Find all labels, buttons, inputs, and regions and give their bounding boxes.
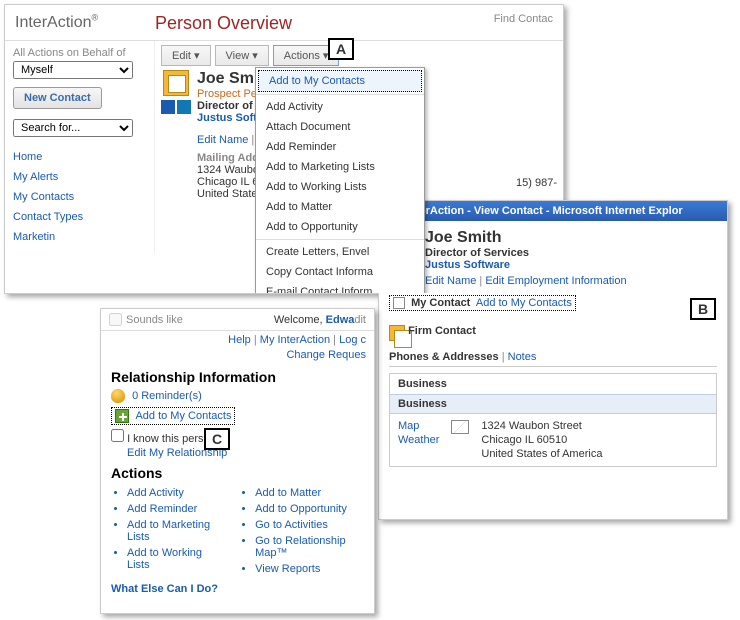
behalf-select[interactable]: Myself [13,61,133,79]
welcome-label: Welcome, [274,314,326,326]
dd-create-letters[interactable]: Create Letters, Envel [256,242,424,262]
brand-logo: InterAction® [15,14,98,31]
what-else-link[interactable]: What Else Can I Do? [111,583,218,595]
callout-b: B [690,298,716,320]
dd-add-activity[interactable]: Add Activity [256,97,424,117]
callout-a: A [328,38,354,60]
my-interaction-link[interactable]: My InterAction [260,334,330,346]
nav-my-contacts[interactable]: My Contacts [13,187,146,207]
know-person-label: I know this person [127,433,216,445]
c-add-to-my-contacts[interactable]: Add to My Contacts [135,410,231,422]
actions-col2: Add to Matter Add to Opportunity Go to A… [239,485,364,577]
b-addr3: United States of America [481,448,602,460]
b-add-to-my-contacts[interactable]: Add to My Contacts [476,297,572,309]
act-add-activity[interactable]: Add Activity [127,485,221,501]
nav-contact-types[interactable]: Contact Types [13,207,146,227]
dd-add-to-opportunity[interactable]: Add to Opportunity [256,217,424,237]
help-link[interactable]: Help [228,334,251,346]
nav-my-alerts[interactable]: My Alerts [13,167,146,187]
sounds-like-checkbox[interactable] [109,313,122,326]
actions-title: Actions [111,465,364,481]
welcome-trail: dit [354,314,366,326]
panel-view-contact: InterAction - View Contact - Microsoft I… [378,200,728,520]
b-edit-name[interactable]: Edit Name [425,275,476,287]
menu-view[interactable]: View ▾ [215,45,269,66]
plus-icon [115,409,129,423]
nav-home[interactable]: Home [13,147,146,167]
b-addr2: Chicago IL 60510 [481,434,602,446]
change-request-link[interactable]: Change Reques [286,349,366,361]
actions-dropdown: Add to My Contacts Add Activity Attach D… [255,67,425,294]
new-contact-button[interactable]: New Contact [13,87,102,109]
b-edit-employment[interactable]: Edit Employment Information [485,275,626,287]
person-icon [393,297,405,309]
map-link[interactable]: Map [398,420,439,432]
weather-link[interactable]: Weather [398,434,439,446]
act-view-reports[interactable]: View Reports [255,561,364,577]
arrow-icon [161,100,175,114]
welcome-user[interactable]: Edwa [326,314,355,326]
tab-phones-addresses[interactable]: Phones & Addresses [389,351,499,363]
dd-email-contact[interactable]: E-mail Contact Inform [256,282,424,294]
contact-card-icon [163,70,189,96]
dd-copy-contact[interactable]: Copy Contact Informa [256,262,424,282]
b-addr1: 1324 Waubon Street [481,420,602,432]
sounds-like-label: Sounds like [126,314,183,326]
page-title: Person Overview [155,13,292,34]
nav-marketing[interactable]: Marketin [13,227,146,247]
dd-add-reminder[interactable]: Add Reminder [256,137,424,157]
contact-company-link[interactable]: Justus Software [425,259,627,271]
act-add-working-lists[interactable]: Add to Working Lists [127,545,221,573]
dd-add-to-my-contacts[interactable]: Add to My Contacts [258,70,422,92]
act-add-opportunity[interactable]: Add to Opportunity [255,501,364,517]
edit-name-link[interactable]: Edit Name [197,134,248,146]
linkedin-icon[interactable] [177,100,191,114]
act-go-activities[interactable]: Go to Activities [255,517,364,533]
dd-attach-document[interactable]: Attach Document [256,117,424,137]
envelope-icon [451,420,469,434]
panel-relationship: Sounds like Welcome, Edwadit Help | My I… [100,308,375,614]
firm-icon [389,325,405,341]
know-person-checkbox[interactable] [111,429,124,442]
actions-col1: Add Activity Add Reminder Add to Marketi… [111,485,221,577]
firm-contact-label: Firm Contact [408,325,476,337]
act-add-reminder[interactable]: Add Reminder [127,501,221,517]
log-link[interactable]: Log c [339,334,366,346]
act-add-marketing-lists[interactable]: Add to Marketing Lists [127,517,221,545]
business-subheader: Business [390,394,716,414]
reminders-link[interactable]: 0 Reminder(s) [132,390,202,402]
dd-add-to-matter[interactable]: Add to Matter [256,197,424,217]
left-sidebar: All Actions on Behalf of Myself New Cont… [5,41,155,253]
search-select[interactable]: Search for... [13,119,133,137]
find-contact-link[interactable]: Find Contac [494,13,553,25]
relationship-info-title: Relationship Information [111,369,364,385]
dd-add-marketing-lists[interactable]: Add to Marketing Lists [256,157,424,177]
bell-icon [111,389,125,403]
contact-role: Director of Services [425,247,627,259]
menu-edit[interactable]: Edit ▾ [161,45,211,66]
dd-add-working-lists[interactable]: Add to Working Lists [256,177,424,197]
window-titlebar: InterAction - View Contact - Microsoft I… [379,201,727,221]
behalf-label: All Actions on Behalf of [13,47,146,59]
act-go-relationship-map[interactable]: Go to Relationship Map™ [255,533,364,561]
my-contact-label: My Contact [411,297,470,309]
callout-c: C [204,428,230,450]
business-header: Business [390,374,716,394]
phone-fragment: 15) 987- [516,177,557,189]
tab-notes[interactable]: Notes [508,351,537,363]
contact-name: Joe Smith [425,229,627,247]
act-add-matter[interactable]: Add to Matter [255,485,364,501]
